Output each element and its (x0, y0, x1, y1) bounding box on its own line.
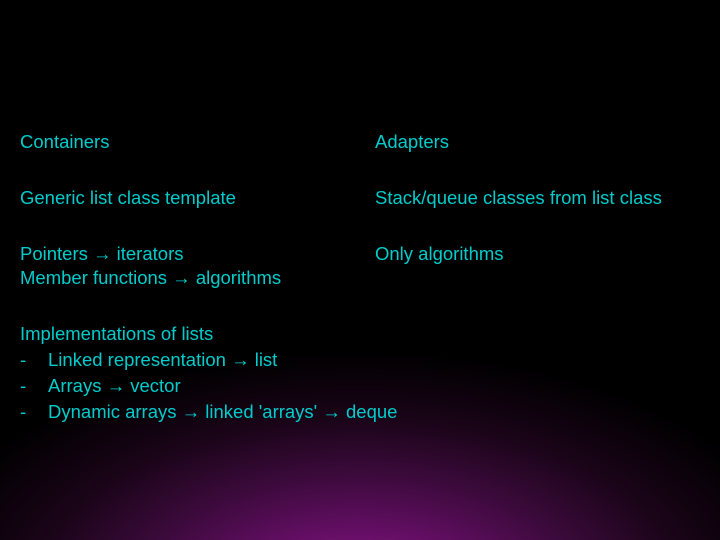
cell-adapters: Adapters (375, 130, 720, 154)
cell-only-algorithms: Only algorithms (375, 242, 720, 290)
bullet-dash-icon: - (20, 400, 48, 424)
cell-pointers-memberfns: Pointers → iterators Member functions → … (20, 242, 375, 290)
bullet-text-dynamic: Dynamic arrays → linked 'arrays' → deque (48, 400, 720, 424)
slide-content: Containers Adapters Generic list class t… (20, 130, 720, 426)
implementations-title: Implementations of lists (20, 322, 720, 346)
row-pointers-algorithms: Pointers → iterators Member functions → … (20, 242, 720, 290)
cell-stack-queue: Stack/queue classes from list class (375, 186, 720, 210)
cell-generic-list: Generic list class template (20, 186, 375, 210)
implementations-block: Implementations of lists - Linked repres… (20, 322, 720, 424)
text-pointers-iterators: Pointers → iterators (20, 242, 375, 266)
text-member-functions: Member functions → algorithms (20, 266, 375, 290)
row-containers-adapters: Containers Adapters (20, 130, 720, 154)
row-generic-stackqueue: Generic list class template Stack/queue … (20, 186, 720, 210)
cell-containers: Containers (20, 130, 375, 154)
bullet-linked-representation: - Linked representation → list (20, 348, 720, 372)
bullet-dynamic-arrays: - Dynamic arrays → linked 'arrays' → deq… (20, 400, 720, 424)
bullet-dash-icon: - (20, 374, 48, 398)
slide: Containers Adapters Generic list class t… (0, 0, 720, 540)
bullet-arrays-vector: - Arrays → vector (20, 374, 720, 398)
bullet-dash-icon: - (20, 348, 48, 372)
bullet-text-linked: Linked representation → list (48, 348, 720, 372)
bullet-text-arrays: Arrays → vector (48, 374, 720, 398)
